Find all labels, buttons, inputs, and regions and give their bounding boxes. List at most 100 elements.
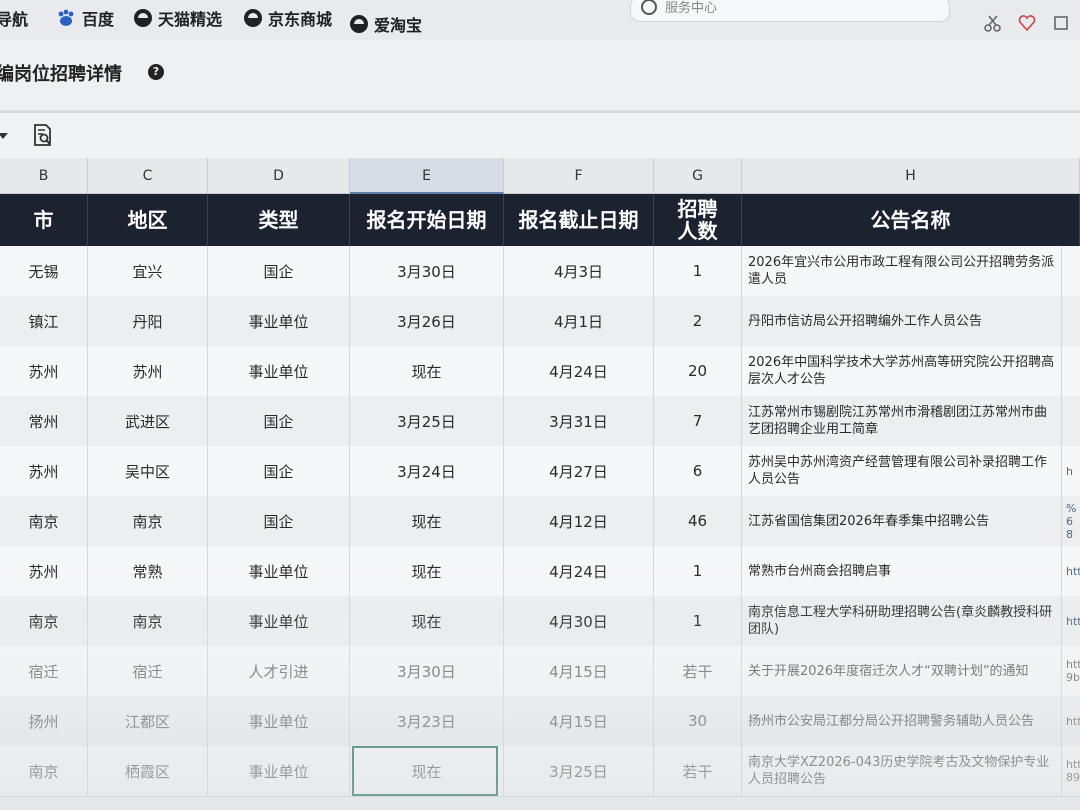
table-row[interactable]: 苏州 吴中区 国企 3月24日 4月27日 6 苏州吴中苏州湾资产经营管理有限公司补录招聘工…	[0, 446, 1080, 497]
cell-url[interactable]: htt 9be	[1062, 646, 1080, 696]
caret-down-icon[interactable]	[0, 133, 8, 139]
cell-area[interactable]: 南京	[88, 596, 208, 646]
cell-area[interactable]: 丹阳	[88, 296, 208, 346]
bookmark-jd[interactable]: 京东商城	[244, 6, 332, 30]
cell-end-date[interactable]: 4月3日	[504, 246, 654, 296]
cell-end-date[interactable]: 4月24日	[504, 346, 654, 396]
cell-area[interactable]: 苏州	[88, 346, 208, 396]
cell-title[interactable]: 关于开展2026年度宿迁次人才“双聘计划”的通知	[742, 646, 1062, 696]
cell-start-date[interactable]: 3月24日	[350, 446, 504, 496]
table-row[interactable]: 宿迁 宿迁 人才引进 3月30日 4月15日 若干 关于开展2026年度宿迁次人才“双聘计划…	[0, 646, 1080, 697]
cell-end-date[interactable]: 3月25日	[504, 746, 654, 796]
cell-city[interactable]: 镇江	[0, 296, 88, 346]
header-title[interactable]: 公告名称	[742, 194, 1080, 246]
table-row[interactable]: 苏州 常熟 事业单位 现在 4月24日 1 常熟市台州商会招聘启事 htt	[0, 546, 1080, 597]
table-row[interactable]: 南京 南京 事业单位 现在 4月30日 1 南京信息工程大学科研助理招聘公告(章炎麟教授科研…	[0, 596, 1080, 647]
cell-type[interactable]: 国企	[208, 396, 350, 446]
cell-type[interactable]: 事业单位	[208, 346, 350, 396]
cell-title[interactable]: 常熟市台州商会招聘启事	[742, 546, 1062, 596]
cell-url[interactable]	[1062, 246, 1080, 296]
cell-area[interactable]: 栖霞区	[88, 746, 208, 796]
cell-end-date[interactable]: 4月15日	[504, 646, 654, 696]
cell-type[interactable]: 事业单位	[208, 546, 350, 596]
cell-end-date[interactable]: 3月31日	[504, 396, 654, 446]
header-start-date[interactable]: 报名开始日期	[350, 194, 504, 246]
column-letter-e[interactable]: E	[350, 158, 504, 194]
table-row[interactable]: 南京 栖霞区 事业单位 现在 3月25日 若干 南京大学XZ2026-043历史学院考古及文…	[0, 746, 1080, 797]
cell-count[interactable]: 1	[654, 246, 742, 296]
cell-start-date[interactable]: 3月23日	[350, 696, 504, 746]
cell-type[interactable]: 事业单位	[208, 696, 350, 746]
cell-city[interactable]: 宿迁	[0, 646, 88, 696]
cell-area[interactable]: 江都区	[88, 696, 208, 746]
cell-url[interactable]: https	[1062, 696, 1080, 746]
cell-title[interactable]: 丹阳市信访局公开招聘编外工作人员公告	[742, 296, 1062, 346]
cell-url[interactable]: htt	[1062, 546, 1080, 596]
table-row[interactable]: 常州 武进区 国企 3月25日 3月31日 7 江苏常州市锡剧院江苏常州市滑稽剧团江苏常州市…	[0, 396, 1080, 447]
table-row[interactable]: 镇江 丹阳 事业单位 3月26日 4月1日 2 丹阳市信访局公开招聘编外工作人员公告	[0, 296, 1080, 347]
cell-start-date[interactable]: 3月30日	[350, 646, 504, 696]
cell-type[interactable]: 国企	[208, 246, 350, 296]
cell-city[interactable]: 常州	[0, 396, 88, 446]
cell-start-date[interactable]: 现在	[350, 496, 504, 546]
header-area[interactable]: 地区	[88, 194, 208, 246]
table-row[interactable]: 无锡 宜兴 国企 3月30日 4月3日 1 2026年宜兴市公用市政工程有限公司公开招聘劳务…	[0, 246, 1080, 297]
extension-icon[interactable]	[1052, 14, 1070, 32]
cell-area[interactable]: 武进区	[88, 396, 208, 446]
cell-city[interactable]: 南京	[0, 746, 88, 796]
bookmark-tmall[interactable]: 天猫精选	[134, 6, 222, 30]
cell-start-date[interactable]: 现在	[350, 596, 504, 646]
cell-city[interactable]: 苏州	[0, 546, 88, 596]
cell-start-date[interactable]: 3月30日	[350, 246, 504, 296]
cell-end-date[interactable]: 4月1日	[504, 296, 654, 346]
cell-start-date[interactable]: 现在	[350, 546, 504, 596]
column-letter-b[interactable]: B	[0, 158, 88, 194]
cell-end-date[interactable]: 4月27日	[504, 446, 654, 496]
cell-area[interactable]: 南京	[88, 496, 208, 546]
cell-type[interactable]: 事业单位	[208, 296, 350, 346]
cell-title[interactable]: 江苏省国信集团2026年春季集中招聘公告	[742, 496, 1062, 546]
heart-icon[interactable]	[1018, 14, 1036, 32]
column-letter-g[interactable]: G	[654, 158, 742, 194]
cell-end-date[interactable]: 4月30日	[504, 596, 654, 646]
cell-start-date[interactable]: 现在	[350, 346, 504, 396]
cell-title[interactable]: 苏州吴中苏州湾资产经营管理有限公司补录招聘工作人员公告	[742, 446, 1062, 496]
cell-type[interactable]: 事业单位	[208, 596, 350, 646]
cell-url[interactable]	[1062, 396, 1080, 446]
search-input[interactable]: 服务中心	[630, 0, 950, 22]
help-icon[interactable]: ?	[148, 64, 164, 80]
cell-start-date[interactable]: 3月25日	[350, 396, 504, 446]
cell-area[interactable]: 宿迁	[88, 646, 208, 696]
cell-city[interactable]: 扬州	[0, 696, 88, 746]
cell-end-date[interactable]: 4月15日	[504, 696, 654, 746]
header-end-date[interactable]: 报名截止日期	[504, 194, 654, 246]
cell-count[interactable]: 6	[654, 446, 742, 496]
cell-start-date[interactable]: 3月26日	[350, 296, 504, 346]
bookmark-aitaobao[interactable]: 爱淘宝	[350, 12, 422, 36]
cell-count[interactable]: 若干	[654, 646, 742, 696]
cell-url[interactable]	[1062, 346, 1080, 396]
cell-count[interactable]: 1	[654, 546, 742, 596]
cell-url[interactable]: h	[1062, 446, 1080, 496]
column-letter-f[interactable]: F	[504, 158, 654, 194]
cell-url[interactable]: % 6 8	[1062, 496, 1080, 546]
cell-title[interactable]: 2026年中国科学技术大学苏州高等研究院公开招聘高层次人才公告	[742, 346, 1062, 396]
cell-count[interactable]: 30	[654, 696, 742, 746]
header-city[interactable]: 市	[0, 194, 88, 246]
cell-count[interactable]: 1	[654, 596, 742, 646]
table-row[interactable]: 南京 南京 国企 现在 4月12日 46 江苏省国信集团2026年春季集中招聘公告% 6 8	[0, 496, 1080, 547]
header-type[interactable]: 类型	[208, 194, 350, 246]
table-row[interactable]: 苏州 苏州 事业单位 现在 4月24日 20 2026年中国科学技术大学苏州高等研究院公开招…	[0, 346, 1080, 397]
cell-title[interactable]: 江苏常州市锡剧院江苏常州市滑稽剧团江苏常州市曲艺团招聘企业用工简章	[742, 396, 1062, 446]
cell-city[interactable]: 南京	[0, 496, 88, 546]
cell-count[interactable]: 若干	[654, 746, 742, 796]
cell-title[interactable]: 南京大学XZ2026-043历史学院考古及文物保护专业人员招聘公告	[742, 746, 1062, 796]
cell-type[interactable]: 人才引进	[208, 646, 350, 696]
cell-count[interactable]: 46	[654, 496, 742, 546]
column-letter-c[interactable]: C	[88, 158, 208, 194]
search-document-icon[interactable]	[32, 123, 54, 147]
cell-city[interactable]: 苏州	[0, 446, 88, 496]
column-letter-h[interactable]: H	[742, 158, 1080, 194]
cell-area[interactable]: 宜兴	[88, 246, 208, 296]
cell-type[interactable]: 国企	[208, 496, 350, 546]
